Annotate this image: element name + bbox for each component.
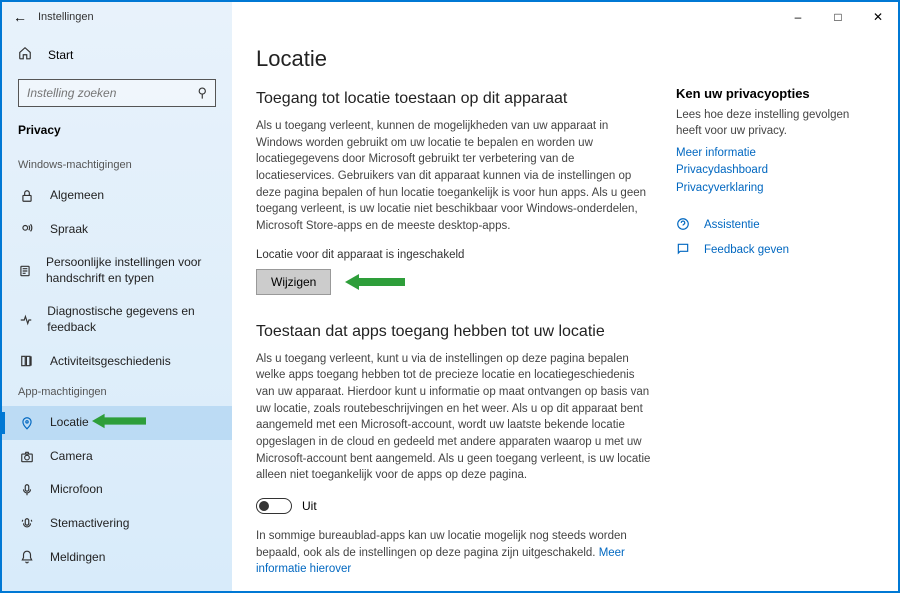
feedback-link[interactable]: Feedback geven xyxy=(676,242,866,259)
sidebar-item-label: Diagnostische gegevens en feedback xyxy=(47,304,216,335)
content-area: Locatie Toegang tot locatie toestaan op … xyxy=(232,2,898,591)
activity-icon xyxy=(18,354,36,368)
sidebar-item-activiteit[interactable]: Activiteitsgeschiedenis xyxy=(2,345,232,379)
sidebar-item-label: Microfoon xyxy=(50,482,103,498)
section-heading: Toestaan dat apps toegang hebben tot uw … xyxy=(256,323,652,341)
sidebar-item-camera[interactable]: Camera xyxy=(2,440,232,474)
sidebar-item-locatie[interactable]: Locatie xyxy=(2,406,232,440)
search-input[interactable] xyxy=(27,86,197,100)
sidebar-item-algemeen[interactable]: Algemeen xyxy=(2,179,232,213)
sidebar-item-label: Stemactivering xyxy=(50,516,129,532)
sidebar-item-label: Meldingen xyxy=(50,550,105,566)
sidebar-item-label: Camera xyxy=(50,449,93,465)
assistentie-link[interactable]: Assistentie xyxy=(676,217,866,234)
feedback-label: Feedback geven xyxy=(704,244,789,256)
home-label: Start xyxy=(48,48,73,62)
close-button[interactable]: ✕ xyxy=(858,2,898,32)
mic-icon xyxy=(18,483,36,497)
sidebar-item-label: Locatie xyxy=(50,415,89,431)
sidebar-item-microfoon[interactable]: Microfoon xyxy=(2,473,232,507)
side-heading: Ken uw privacyopties xyxy=(676,86,866,101)
link-meer-informatie[interactable]: Meer informatie xyxy=(676,145,866,162)
voice-icon xyxy=(18,517,36,531)
link-privacydashboard[interactable]: Privacydashboard xyxy=(676,162,866,179)
sidebar-item-label: Spraak xyxy=(50,222,88,238)
group-header-windows: Windows-machtigingen xyxy=(2,151,232,179)
sidebar-item-label: Algemeen xyxy=(50,188,104,204)
desktop-apps-note: In sommige bureaublad-apps kan uw locati… xyxy=(256,528,652,578)
group-header-apps: App-machtigingen xyxy=(2,378,232,406)
sidebar-item-meldingen[interactable]: Meldingen xyxy=(2,541,232,575)
notif-icon xyxy=(18,550,36,564)
link-privacyverklaring[interactable]: Privacyverklaring xyxy=(676,180,866,197)
home-icon xyxy=(18,46,38,63)
sidebar-item-label: Persoonlijke instellingen voor handschri… xyxy=(46,255,216,286)
page-title: Locatie xyxy=(256,46,652,72)
location-status: Locatie voor dit apparaat is ingeschakel… xyxy=(256,249,652,261)
toggle-label: Uit xyxy=(302,499,317,513)
ink-icon xyxy=(18,264,32,278)
feedback-icon xyxy=(676,242,694,259)
window-title: Instellingen xyxy=(38,11,94,23)
sidebar-item-label: Activiteitsgeschiedenis xyxy=(50,354,171,370)
help-label: Assistentie xyxy=(704,219,760,231)
help-icon xyxy=(676,217,694,234)
lock-icon xyxy=(18,189,36,203)
sidebar-item-stemactivering[interactable]: Stemactivering xyxy=(2,507,232,541)
search-input-container[interactable]: ⚲ xyxy=(18,79,216,107)
section-description: Als u toegang verleent, kunnen de mogeli… xyxy=(256,118,652,235)
search-icon: ⚲ xyxy=(197,85,207,101)
breadcrumb: Privacy xyxy=(2,117,232,151)
minimize-button[interactable]: – xyxy=(778,2,818,32)
annotation-arrow xyxy=(92,412,146,433)
side-subtext: Lees hoe deze instelling gevolgen heeft … xyxy=(676,107,866,139)
side-panel: Ken uw privacyopties Lees hoe deze inste… xyxy=(676,46,866,575)
diag-icon xyxy=(18,313,33,327)
location-icon xyxy=(18,416,36,430)
location-apps-toggle[interactable] xyxy=(256,498,292,514)
section-description: Als u toegang verleent, kunt u via de in… xyxy=(256,351,652,484)
home-button[interactable]: Start xyxy=(2,38,232,71)
annotation-arrow xyxy=(345,272,405,292)
sidebar-item-diagnostiek[interactable]: Diagnostische gegevens en feedback xyxy=(2,295,232,344)
speech-icon xyxy=(18,222,36,236)
section-heading: Toegang tot locatie toestaan op dit appa… xyxy=(256,90,652,108)
sidebar-item-spraak[interactable]: Spraak xyxy=(2,213,232,247)
back-button[interactable]: ← xyxy=(2,9,38,25)
camera-icon xyxy=(18,450,36,464)
change-button[interactable]: Wijzigen xyxy=(256,269,331,295)
maximize-button[interactable]: □ xyxy=(818,2,858,32)
sidebar: Start ⚲ Privacy Windows-machtigingen Alg… xyxy=(2,2,232,591)
sidebar-item-handschrift[interactable]: Persoonlijke instellingen voor handschri… xyxy=(2,246,232,295)
